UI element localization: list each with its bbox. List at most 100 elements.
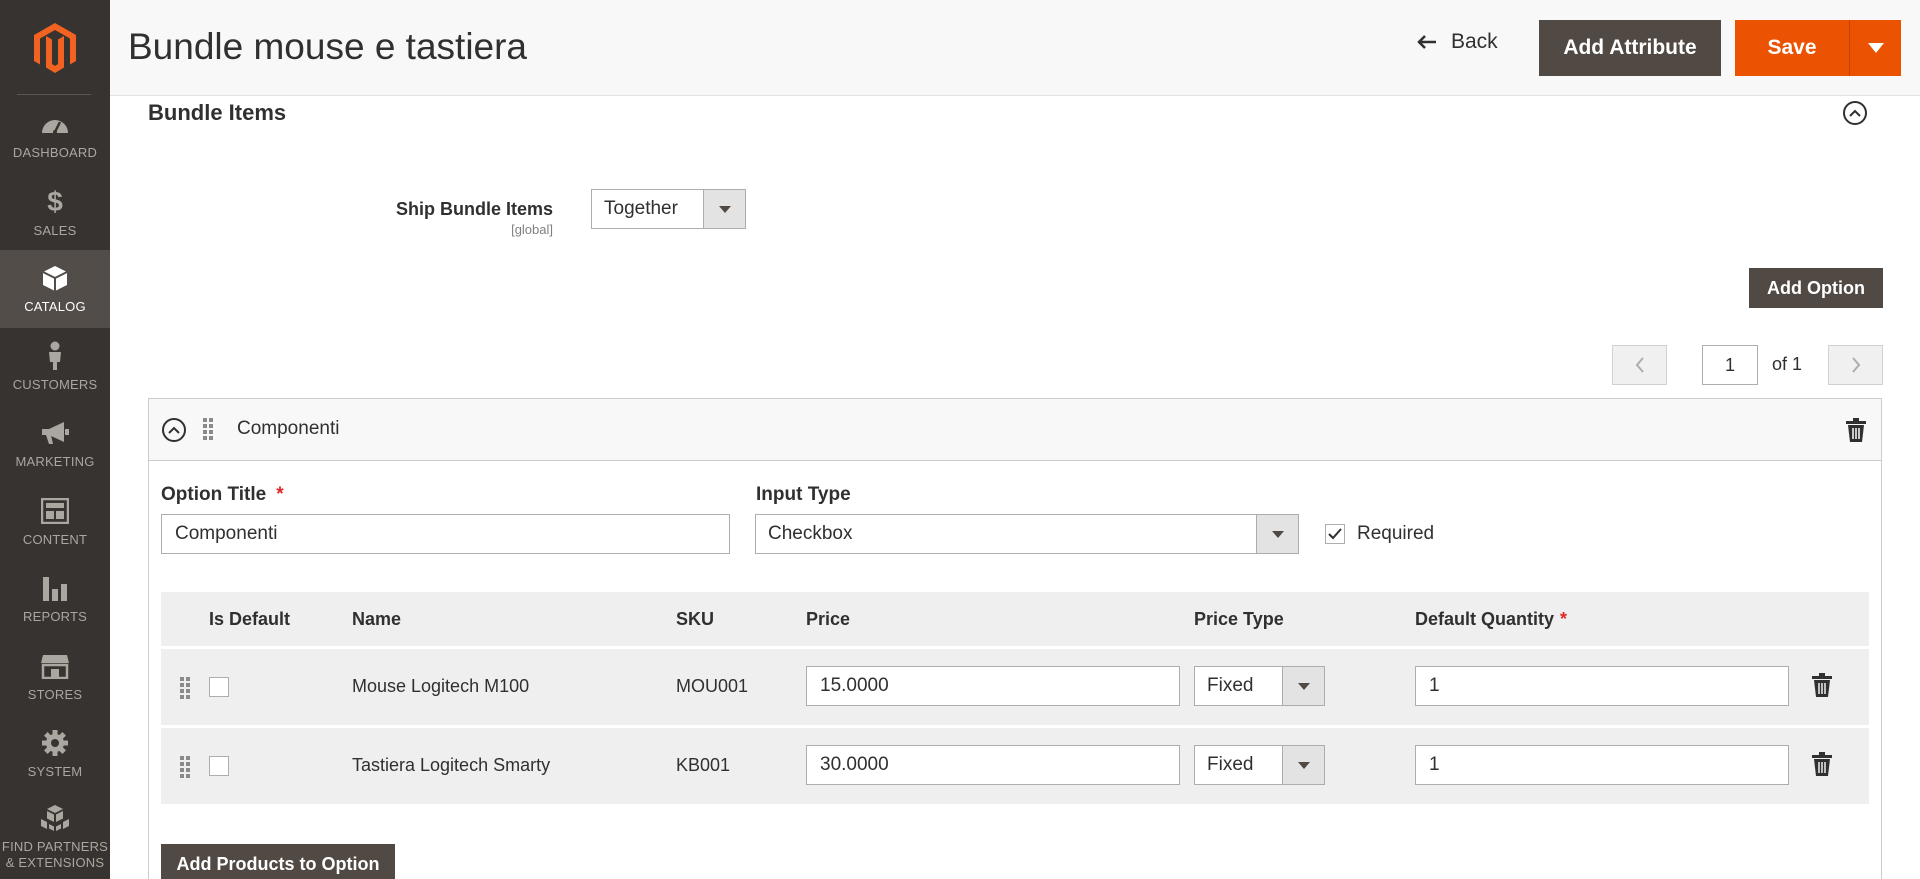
price-type-select[interactable]: Fixed <box>1194 666 1325 706</box>
default-quantity-input[interactable] <box>1415 745 1789 785</box>
ship-bundle-items-select[interactable]: Together <box>591 189 746 229</box>
column-header-price: Price <box>806 609 851 629</box>
price-input[interactable] <box>806 745 1180 785</box>
back-button[interactable]: Back <box>1417 30 1498 54</box>
sidebar-item-label: DASHBOARD <box>12 145 98 160</box>
checkmark-icon <box>1328 528 1342 540</box>
chevron-up-icon <box>168 426 180 434</box>
sidebar-item-label: CONTENT <box>22 532 88 547</box>
dollar-icon: $ <box>47 186 63 217</box>
required-star: * <box>276 484 284 505</box>
row-drag-handle[interactable] <box>180 677 190 699</box>
column-header-default-quantity: Default Quantity * <box>1415 609 1567 630</box>
sidebar-item-content[interactable]: CONTENT <box>0 483 110 561</box>
page-header: Bundle mouse e tastiera Back Add Attribu… <box>110 0 1920 96</box>
delete-row-icon[interactable] <box>1812 673 1832 697</box>
sidebar-item-sales[interactable]: $ SALES <box>0 174 110 252</box>
arrow-left-icon <box>1417 35 1436 49</box>
required-label: Required <box>1357 523 1435 544</box>
sidebar-item-label: CUSTOMERS <box>12 377 98 392</box>
select-value: Together <box>604 198 678 219</box>
pager-prev-button[interactable] <box>1612 345 1667 385</box>
catalog-box-icon <box>40 263 70 293</box>
option-drag-handle[interactable] <box>203 418 213 440</box>
sidebar-item-label: MARKETING <box>15 454 95 469</box>
chevron-left-icon <box>1635 357 1644 373</box>
select-value: Fixed <box>1207 754 1254 775</box>
section-title: Bundle Items <box>148 100 287 125</box>
triangle-down-icon <box>1867 43 1884 53</box>
ship-bundle-items-title: Ship Bundle Items <box>395 199 553 219</box>
sidebar-item-catalog[interactable]: CATALOG <box>0 250 110 328</box>
chevron-up-icon <box>1849 109 1861 117</box>
column-header-sku: SKU <box>676 609 715 629</box>
admin-sidebar: DASHBOARD $ SALES CATALOG CUSTOMERS MARK… <box>0 0 110 879</box>
option-collapse-button[interactable] <box>162 418 186 442</box>
input-type-label: Input Type <box>756 484 851 505</box>
price-input[interactable] <box>806 666 1180 706</box>
chevron-right-icon <box>1851 357 1860 373</box>
sidebar-item-label: SALES <box>33 223 77 238</box>
sidebar-item-label: REPORTS <box>22 609 87 624</box>
sidebar-item-customers[interactable]: CUSTOMERS <box>0 328 110 406</box>
sidebar-item-stores[interactable]: STORES <box>0 638 110 716</box>
section-collapse-button[interactable] <box>1843 101 1867 125</box>
required-checkbox[interactable] <box>1325 524 1345 544</box>
sidebar-item-system[interactable]: SYSTEM <box>0 715 110 793</box>
default-quantity-input[interactable] <box>1415 666 1789 706</box>
option-title-input[interactable] <box>161 514 730 554</box>
option-name: Componenti <box>237 418 340 439</box>
option-title-label-text: Option Title <box>161 484 267 505</box>
megaphone-icon <box>40 418 70 448</box>
save-options-toggle[interactable] <box>1850 20 1901 76</box>
scope-label: [global] <box>511 222 553 237</box>
bundle-option-header: Componenti <box>149 399 1881 461</box>
dashboard-icon <box>40 109 70 139</box>
row-drag-handle[interactable] <box>180 756 190 778</box>
delete-option-icon[interactable] <box>1846 418 1866 442</box>
save-button[interactable]: Save <box>1735 20 1850 76</box>
select-value: Fixed <box>1207 675 1254 696</box>
column-header-name: Name <box>352 609 402 629</box>
sidebar-item-reports[interactable]: REPORTS <box>0 560 110 638</box>
column-header-default-quantity-text: Default Quantity <box>1415 609 1555 629</box>
triangle-down-icon <box>1282 667 1324 705</box>
selection-name: Tastiera Logitech Smarty <box>352 755 551 775</box>
back-label: Back <box>1451 30 1498 53</box>
table-row: Mouse Logitech M100 MOU001 Fixed <box>161 649 1869 725</box>
input-type-select[interactable]: Checkbox <box>755 514 1299 554</box>
add-attribute-button[interactable]: Add Attribute <box>1539 20 1721 76</box>
person-icon <box>40 341 70 371</box>
delete-row-icon[interactable] <box>1812 752 1832 776</box>
selections-grid-header: Is Default Name SKU Price Price Type Def… <box>161 592 1869 646</box>
selection-sku: KB001 <box>676 755 731 775</box>
magento-logo-icon <box>34 23 76 73</box>
is-default-checkbox[interactable] <box>209 677 229 697</box>
add-option-button[interactable]: Add Option <box>1749 268 1883 308</box>
option-title-label: Option Title * <box>161 484 284 506</box>
pager-total-label: of 1 <box>1772 354 1803 374</box>
select-value: Checkbox <box>768 523 853 544</box>
sidebar-divider <box>17 94 91 95</box>
price-type-select[interactable]: Fixed <box>1194 745 1325 785</box>
triangle-down-icon <box>703 190 745 228</box>
sidebar-item-label: FIND PARTNERS & EXTENSIONS <box>1 839 109 870</box>
page-title: Bundle mouse e tastiera <box>128 26 528 67</box>
storefront-icon <box>40 651 70 681</box>
column-header-price-type: Price Type <box>1194 609 1284 629</box>
is-default-checkbox[interactable] <box>209 756 229 776</box>
sidebar-item-find-partners[interactable]: FIND PARTNERS & EXTENSIONS <box>0 795 110 879</box>
sidebar-item-label: SYSTEM <box>27 764 83 779</box>
column-header-is-default: Is Default <box>209 609 291 629</box>
sidebar-item-dashboard[interactable]: DASHBOARD <box>0 96 110 174</box>
pager-next-button[interactable] <box>1828 345 1883 385</box>
sidebar-item-marketing[interactable]: MARKETING <box>0 405 110 483</box>
pager-page-input[interactable] <box>1702 345 1758 385</box>
gear-icon <box>40 728 70 758</box>
selection-sku: MOU001 <box>676 676 749 696</box>
add-products-to-option-button[interactable]: Add Products to Option <box>161 844 395 879</box>
magento-logo[interactable] <box>0 0 110 96</box>
save-split-button: Save <box>1735 20 1901 76</box>
sidebar-item-label: CATALOG <box>24 299 86 314</box>
triangle-down-icon <box>1282 746 1324 784</box>
